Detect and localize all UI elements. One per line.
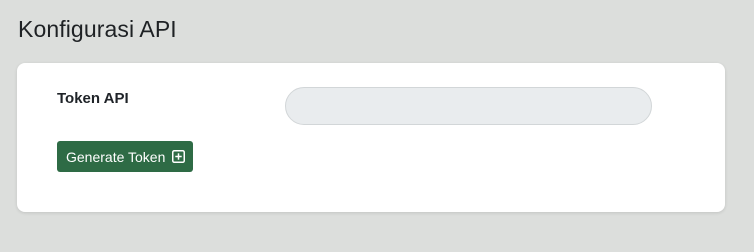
page-title: Konfigurasi API bbox=[18, 16, 177, 42]
generate-token-button[interactable]: Generate Token bbox=[57, 141, 194, 172]
token-api-label: Token API bbox=[57, 90, 129, 107]
api-config-card: Token API Generate Token bbox=[17, 63, 725, 212]
token-api-input[interactable] bbox=[285, 87, 652, 125]
generate-token-label: Generate Token bbox=[66, 148, 166, 165]
plus-square-icon bbox=[172, 150, 186, 163]
